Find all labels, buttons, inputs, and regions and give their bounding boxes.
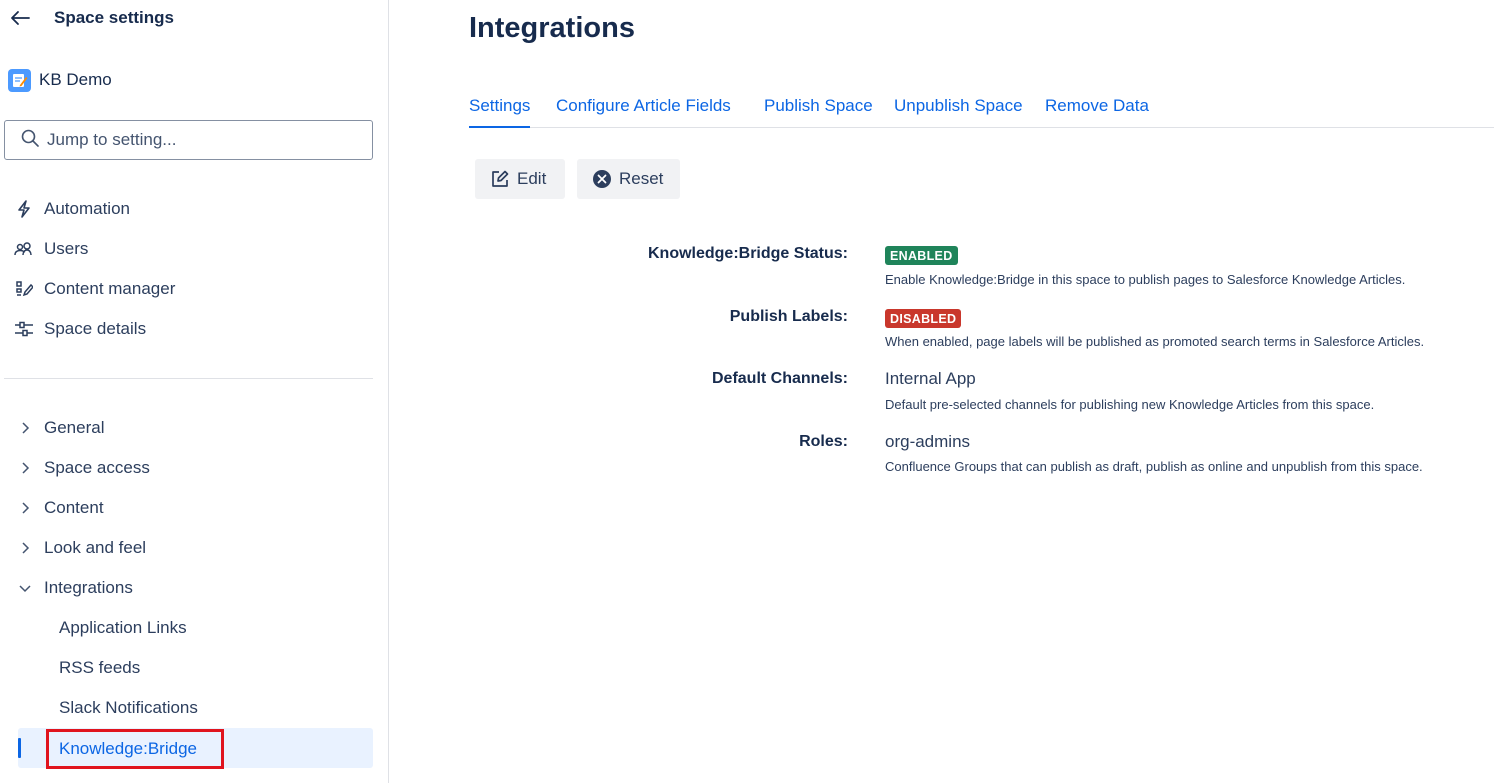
tab-unpublish-space[interactable]: Unpublish Space bbox=[894, 96, 1023, 127]
search-icon bbox=[21, 129, 39, 152]
sidebar-item-application-links[interactable]: Application Links bbox=[59, 613, 187, 643]
chevron-down-icon bbox=[14, 577, 36, 599]
default-channels-value: Internal App bbox=[885, 369, 976, 388]
back-arrow-icon[interactable] bbox=[10, 6, 38, 30]
sidebar-item-label: Automation bbox=[44, 199, 130, 218]
active-indicator bbox=[18, 738, 21, 758]
main-content: Integrations Settings Configure Article … bbox=[389, 0, 1494, 783]
status-badge-disabled: DISABLED bbox=[885, 309, 962, 328]
sidebar-header: Space settings bbox=[10, 6, 174, 30]
tree-item-general[interactable]: General bbox=[14, 413, 104, 443]
jump-to-setting-search[interactable] bbox=[4, 120, 373, 160]
chevron-right-icon bbox=[14, 457, 36, 479]
sidebar-item-automation[interactable]: Automation bbox=[12, 194, 372, 224]
publish-labels-description: When enabled, page labels will be publis… bbox=[885, 334, 1425, 349]
sidebar-item-users[interactable]: Users bbox=[12, 234, 372, 264]
tree-item-label: General bbox=[44, 418, 105, 437]
tree-item-label: Integrations bbox=[44, 578, 133, 597]
content-manager-icon bbox=[12, 277, 36, 301]
publish-labels-label: Publish Labels: bbox=[729, 308, 848, 325]
space-avatar-icon bbox=[8, 68, 31, 92]
reset-button[interactable]: Reset bbox=[577, 159, 680, 199]
tree-item-label: Look and feel bbox=[44, 538, 147, 557]
knowledge-bridge-status-label: Knowledge:Bridge Status: bbox=[647, 245, 848, 262]
tab-configure-article-fields[interactable]: Configure Article Fields bbox=[556, 96, 731, 127]
sidebar-item-rss-feeds[interactable]: RSS feeds bbox=[59, 653, 140, 683]
sidebar-title: Space settings bbox=[54, 8, 174, 27]
space-link[interactable]: KB Demo bbox=[8, 68, 112, 92]
status-badge-enabled: ENABLED bbox=[885, 246, 958, 265]
reset-button-label: Reset bbox=[619, 169, 664, 188]
sidebar-item-content-manager[interactable]: Content manager bbox=[12, 274, 372, 304]
tree-item-label: Space access bbox=[44, 458, 150, 477]
sidebar-item-slack-notifications[interactable]: Slack Notifications bbox=[59, 693, 198, 723]
chevron-right-icon bbox=[14, 417, 36, 439]
sidebar-divider bbox=[4, 378, 373, 379]
default-channels-description: Default pre-selected channels for publis… bbox=[885, 397, 1375, 412]
search-input[interactable] bbox=[47, 130, 347, 150]
sidebar-item-knowledge-bridge[interactable]: Knowledge:Bridge bbox=[46, 729, 224, 769]
close-circle-icon bbox=[591, 168, 613, 190]
page-title: Integrations bbox=[469, 12, 635, 44]
lightning-icon bbox=[12, 197, 36, 221]
tree-item-label: Content bbox=[44, 498, 104, 517]
tree-item-look-and-feel[interactable]: Look and feel bbox=[14, 533, 146, 563]
tree-item-content[interactable]: Content bbox=[14, 493, 104, 523]
edit-button[interactable]: Edit bbox=[475, 159, 565, 199]
tab-bar: Settings Configure Article Fields Publis… bbox=[469, 96, 1494, 128]
sidebar: Space settings KB Demo Automation Users … bbox=[0, 0, 389, 783]
chevron-right-icon bbox=[14, 537, 36, 559]
edit-icon bbox=[489, 168, 511, 190]
edit-button-label: Edit bbox=[517, 169, 547, 188]
users-icon bbox=[12, 237, 36, 261]
chevron-right-icon bbox=[14, 497, 36, 519]
roles-description: Confluence Groups that can publish as dr… bbox=[885, 459, 1423, 474]
space-name: KB Demo bbox=[39, 70, 112, 89]
tree-item-integrations[interactable]: Integrations bbox=[14, 573, 133, 603]
sidebar-item-label: Space details bbox=[44, 319, 147, 338]
sidebar-item-label: Content manager bbox=[44, 279, 176, 298]
roles-label: Roles: bbox=[799, 433, 848, 450]
tab-settings[interactable]: Settings bbox=[469, 96, 531, 128]
sidebar-item-space-details[interactable]: Space details bbox=[12, 314, 372, 344]
knowledge-bridge-status-description: Enable Knowledge:Bridge in this space to… bbox=[885, 272, 1406, 287]
tree-item-space-access[interactable]: Space access bbox=[14, 453, 150, 483]
sidebar-item-label: Users bbox=[44, 239, 89, 258]
tab-remove-data[interactable]: Remove Data bbox=[1045, 96, 1149, 127]
roles-value: org-admins bbox=[885, 432, 971, 451]
tab-publish-space[interactable]: Publish Space bbox=[764, 96, 873, 127]
space-details-icon bbox=[12, 317, 36, 341]
default-channels-label: Default Channels: bbox=[711, 370, 848, 387]
